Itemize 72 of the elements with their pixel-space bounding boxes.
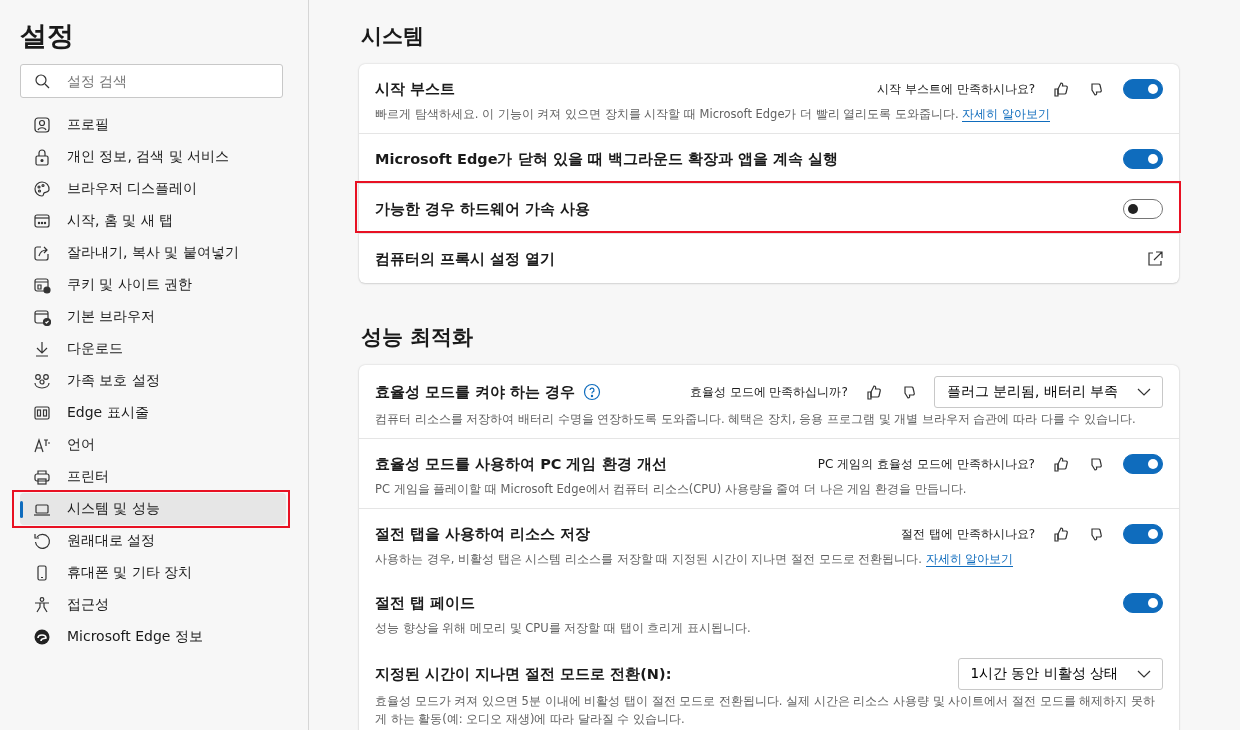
setting-description: 컴퓨터 리소스를 저장하여 배터리 수명을 연장하도록 도와줍니다. 혜택은 장치, 응용 프로그램 및 개별 브라우저 습관에 따라 다를 수 있습니다. (375, 411, 1137, 428)
sidebar-item[interactable]: 원래대로 설정 (20, 525, 286, 557)
sidebar-item[interactable]: 프로필 (20, 109, 286, 141)
settings-title: 설정 (20, 19, 75, 53)
toggle-switch[interactable] (1123, 79, 1163, 99)
setting-title: 컴퓨터의 프록시 설정 열기 (375, 249, 556, 269)
toggle-switch[interactable] (1123, 593, 1163, 613)
lock-icon (33, 148, 51, 166)
family-icon (33, 372, 51, 390)
accessibility-icon (33, 596, 51, 614)
sidebar-item[interactable]: Microsoft Edge 정보 (20, 621, 286, 653)
feedback-question: 시작 부스트에 만족하시나요? (877, 80, 1035, 98)
section-heading: 시스템 (361, 23, 425, 50)
reset-icon (33, 532, 51, 550)
sidebar-item[interactable]: 접근성 (20, 589, 286, 621)
profile-icon (33, 116, 51, 134)
toggle-switch[interactable] (1123, 454, 1163, 474)
setting-title: 효율성 모드를 켜야 하는 경우 (375, 382, 576, 402)
search-icon (34, 73, 50, 89)
download-icon (33, 340, 51, 358)
sidebar-item[interactable]: 시스템 및 성능 (20, 493, 286, 525)
setting-title: 효율성 모드를 사용하여 PC 게임 환경 개선 (375, 454, 667, 474)
help-icon (583, 383, 602, 401)
setting-description: PC 게임을 플레이할 때 Microsoft Edge에서 컴퓨터 리소스(CPU) 사용량을 줄여 더 나은 게임 환경을 만듭니다. (375, 481, 968, 498)
toggle-switch[interactable] (1123, 149, 1163, 169)
thumbs-up-icon (1053, 456, 1069, 472)
setting-description: 빠르게 탐색하세요. 이 기능이 켜져 있으면 장치를 시작할 때 Microsoft Edge가 더 빨리 열리도록 도와줍니다. 자세히 알아보기 (375, 106, 1052, 123)
sidebar-bar-icon (33, 404, 51, 422)
setting-description: 성능 향상을 위해 메모리 및 CPU를 저장할 때 탭이 흐리게 표시됩니다. (375, 620, 752, 637)
setting-title: 절전 탭 페이드 (375, 593, 476, 613)
setting-title: 가능한 경우 하드웨어 가속 사용 (375, 199, 591, 219)
dropdown[interactable]: 1시간 동안 비활성 상태 (957, 658, 1163, 690)
setting-title: 절전 탭을 사용하여 리소스 저장 (375, 524, 591, 544)
sidebar-item[interactable]: 다운로드 (20, 333, 286, 365)
printer-icon (33, 468, 51, 486)
setting-description: 사용하는 경우, 비활성 탭은 시스템 리소스를 저장할 때 지정된 시간이 지나면 절전 모드로 전환됩니다. 자세히 알아보기 (375, 551, 1015, 568)
thumbs-up-icon (1053, 81, 1069, 97)
setting-title: 지정된 시간이 지나면 절전 모드로 전환(N): (375, 664, 672, 684)
section-heading: 성능 최적화 (361, 324, 475, 351)
dropdown[interactable]: 플러그 분리됨, 배터리 부족 (933, 376, 1163, 408)
external-link-icon (1146, 250, 1164, 268)
cookie-settings-icon (33, 276, 51, 294)
sidebar-item[interactable]: 프린터 (20, 461, 286, 493)
setting-title: Microsoft Edge가 닫혀 있을 때 백그라운드 확장과 앱을 계속 실행 (375, 149, 838, 169)
thumbs-up-icon (865, 384, 882, 400)
learn-more-link[interactable]: 자세히 알아보기 (962, 107, 1051, 122)
setting-description: 효율성 모드가 켜져 있으면 5분 이내에 비활성 탭이 절전 모드로 전환됩니다. 실제 시간은 리소스 사용량 및 사이트에서 절전 모드를 해제하지 못하게 하는 활동(예: 오디오 재생)에 따라 달라질 수 있습니다. (375, 693, 1157, 728)
sidebar-item[interactable]: 개인 정보, 검색 및 서비스 (20, 141, 286, 173)
search-field[interactable]: 설정 검색 (20, 64, 283, 98)
sidebar-item[interactable]: 휴대폰 및 기타 장치 (20, 557, 286, 589)
feedback-question: 효율성 모드에 만족하십니까? (689, 383, 848, 401)
toggle-switch[interactable] (1123, 524, 1163, 544)
thumbs-up-icon (1053, 526, 1069, 542)
sidebar-item[interactable]: 기본 브라우저 (20, 301, 286, 333)
share-icon (33, 244, 51, 262)
sidebar-item[interactable]: 시작, 홈 및 새 탭 (20, 205, 286, 237)
new-tab-icon (33, 212, 51, 230)
sidebar-item[interactable]: 잘라내기, 복사 및 붙여넣기 (20, 237, 286, 269)
sidebar-item[interactable]: 가족 보호 설정 (20, 365, 286, 397)
toggle-switch[interactable] (1123, 199, 1163, 219)
feedback-question: 절전 탭에 만족하시나요? (901, 525, 1035, 543)
setting-title: 시작 부스트 (375, 79, 456, 99)
learn-more-link[interactable]: 자세히 알아보기 (925, 552, 1014, 567)
edge-logo-icon (33, 628, 51, 646)
language-icon (33, 436, 51, 454)
browser-check-icon (33, 308, 51, 326)
feedback-question: PC 게임의 효율성 모드에 만족하시나요? (817, 455, 1035, 473)
sidebar-item[interactable]: 쿠키 및 사이트 권한 (20, 269, 286, 301)
palette-icon (33, 180, 51, 198)
sidebar-item[interactable]: 언어 (20, 429, 286, 461)
sidebar-item[interactable]: Edge 표시줄 (20, 397, 286, 429)
sidebar-item[interactable]: 브라우저 디스플레이 (20, 173, 286, 205)
